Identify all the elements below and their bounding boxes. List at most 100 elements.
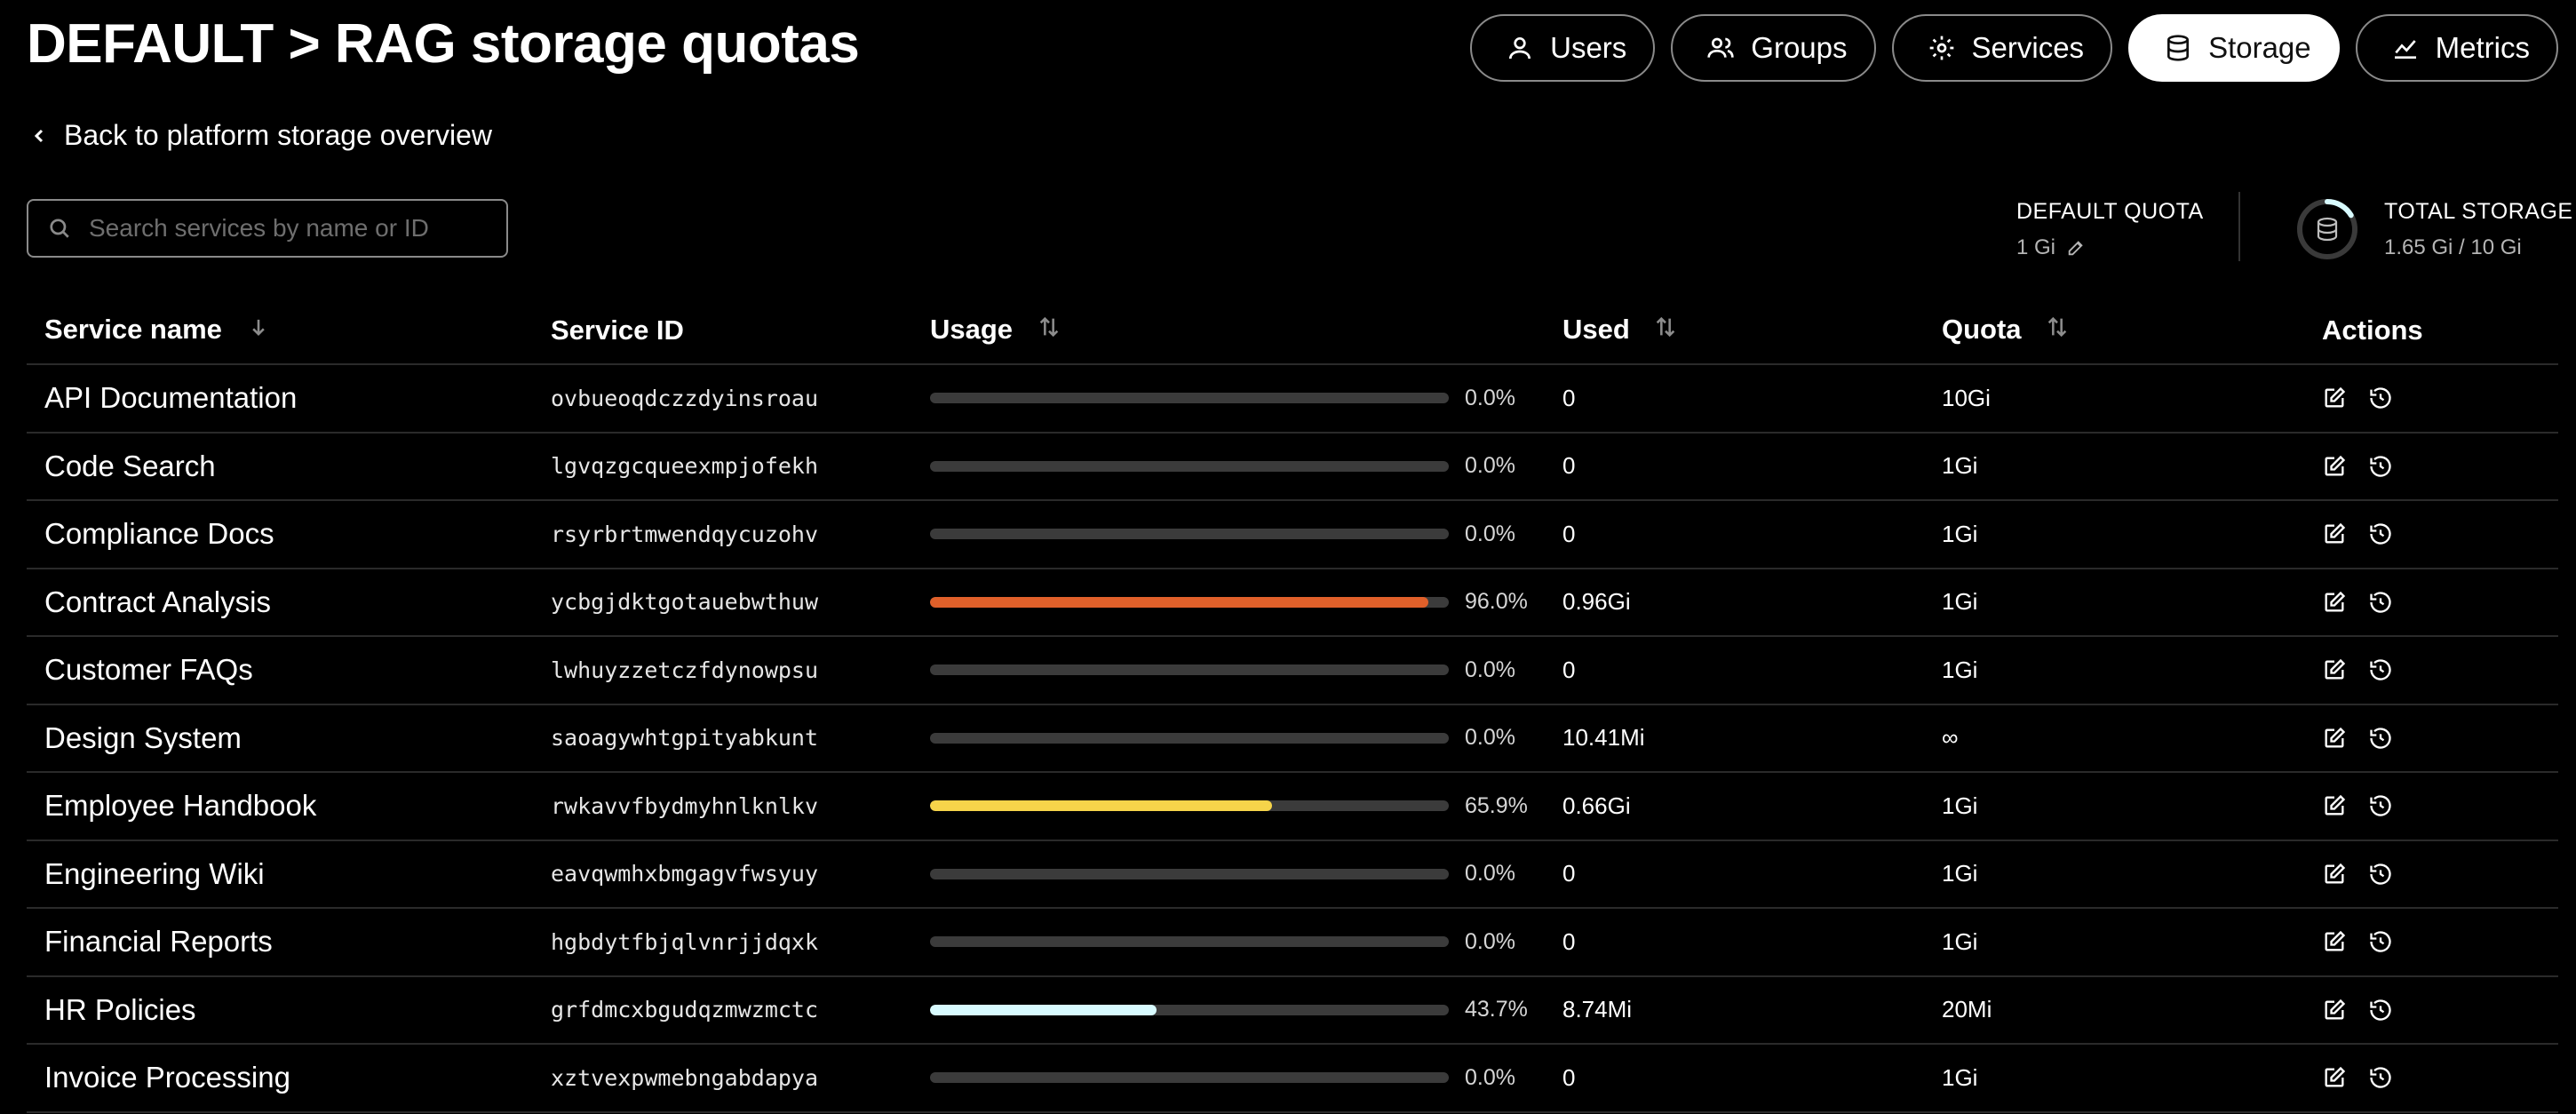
edit-icon[interactable] bbox=[2322, 793, 2347, 818]
header-service-name[interactable]: Service name bbox=[27, 297, 533, 365]
header-quota[interactable]: Quota bbox=[1924, 297, 2304, 365]
service-id: hgbdytfbjqlvnrjjdqxk bbox=[533, 908, 912, 977]
usage-bar bbox=[930, 596, 1449, 608]
reset-icon[interactable] bbox=[2368, 862, 2393, 887]
header-service-id: Service ID bbox=[533, 297, 912, 365]
nav-groups-button[interactable]: Groups bbox=[1671, 14, 1876, 82]
actions-cell bbox=[2304, 364, 2558, 434]
nav-groups-label: Groups bbox=[1751, 31, 1848, 64]
usage-cell: 65.9% bbox=[912, 772, 1545, 841]
usage-percent: 0.0% bbox=[1465, 725, 1515, 751]
reset-icon[interactable] bbox=[2368, 386, 2393, 410]
used-value: 8.74Mi bbox=[1545, 975, 1924, 1045]
nav-users-label: Users bbox=[1550, 31, 1627, 64]
actions-cell bbox=[2304, 772, 2558, 841]
service-id: ovbueoqdczzdyinsroau bbox=[533, 364, 912, 434]
service-name: Design System bbox=[27, 704, 533, 773]
quota-table: Service name Service ID Usage Used Quota bbox=[27, 297, 2558, 1113]
edit-icon[interactable] bbox=[2322, 862, 2347, 887]
quota-value: 10Gi bbox=[1924, 364, 2304, 434]
usage-cell: 0.0% bbox=[912, 364, 1545, 434]
reset-icon[interactable] bbox=[2368, 590, 2393, 615]
table-row: Financial Reports hgbdytfbjqlvnrjjdqxk 0… bbox=[27, 908, 2558, 977]
table-row: Employee Handbook rwkavvfbydmyhnlknlkv 6… bbox=[27, 772, 2558, 841]
header-used[interactable]: Used bbox=[1545, 297, 1924, 365]
table-row: Invoice Processing xztvexpwmebngabdapya … bbox=[27, 1044, 2558, 1113]
actions-cell bbox=[2304, 839, 2558, 909]
reset-icon[interactable] bbox=[2368, 521, 2393, 546]
edit-icon[interactable] bbox=[2322, 998, 2347, 1022]
used-value: 0.66Gi bbox=[1545, 772, 1924, 841]
table-row: API Documentation ovbueoqdczzdyinsroau 0… bbox=[27, 364, 2558, 434]
edit-icon[interactable] bbox=[2322, 386, 2347, 410]
table-row: Compliance Docs rsyrbrtmwendqycuzohv 0.0… bbox=[27, 500, 2558, 569]
header-actions-label: Actions bbox=[2322, 314, 2423, 346]
stats-divider bbox=[2238, 192, 2240, 261]
edit-icon[interactable] bbox=[2322, 454, 2347, 479]
used-value: 0 bbox=[1545, 908, 1924, 977]
reset-icon[interactable] bbox=[2368, 793, 2393, 818]
reset-icon[interactable] bbox=[2368, 1065, 2393, 1090]
actions-cell bbox=[2304, 568, 2558, 637]
back-link[interactable]: Back to platform storage overview bbox=[30, 119, 492, 152]
usage-percent: 0.0% bbox=[1465, 656, 1515, 682]
nav-storage-button[interactable]: Storage bbox=[2128, 14, 2340, 82]
arrow-down-icon bbox=[251, 320, 265, 337]
used-value: 0.96Gi bbox=[1545, 568, 1924, 637]
page-title: DEFAULT > RAG storage quotas bbox=[27, 13, 860, 75]
table-header-row: Service name Service ID Usage Used Quota bbox=[27, 297, 2558, 365]
actions-cell bbox=[2304, 704, 2558, 773]
edit-icon[interactable] bbox=[2322, 657, 2347, 682]
usage-percent: 65.9% bbox=[1465, 792, 1528, 818]
sort-icon bbox=[1657, 317, 1675, 338]
header-quota-label: Quota bbox=[1942, 313, 2022, 345]
edit-icon[interactable] bbox=[2322, 521, 2347, 546]
header-usage-label: Usage bbox=[930, 313, 1014, 345]
total-storage-value: 1.65 Gi / 10 Gi bbox=[2384, 235, 2522, 259]
header-usage[interactable]: Usage bbox=[912, 297, 1545, 365]
storage-ring-icon bbox=[2297, 199, 2357, 259]
edit-icon[interactable] bbox=[2322, 726, 2347, 751]
top-nav: Users Groups Services Storage Metrics bbox=[1470, 14, 2558, 82]
nav-storage-label: Storage bbox=[2208, 31, 2311, 64]
quota-value: 1Gi bbox=[1924, 432, 2304, 501]
service-name: Compliance Docs bbox=[27, 500, 533, 569]
used-value: 0 bbox=[1545, 432, 1924, 501]
service-name: API Documentation bbox=[27, 364, 533, 434]
reset-icon[interactable] bbox=[2368, 929, 2393, 954]
usage-cell: 96.0% bbox=[912, 568, 1545, 637]
users-icon bbox=[1707, 37, 1734, 58]
usage-cell: 0.0% bbox=[912, 500, 1545, 569]
chart-icon bbox=[2394, 40, 2416, 59]
total-storage-label: TOTAL STORAGE bbox=[2384, 199, 2573, 224]
reset-icon[interactable] bbox=[2368, 998, 2393, 1022]
search-input[interactable] bbox=[89, 214, 497, 243]
edit-icon[interactable] bbox=[2322, 929, 2347, 954]
reset-icon[interactable] bbox=[2368, 657, 2393, 682]
service-name: Employee Handbook bbox=[27, 772, 533, 841]
quota-value: ∞ bbox=[1924, 704, 2304, 773]
edit-icon[interactable] bbox=[2322, 590, 2347, 615]
usage-bar bbox=[930, 393, 1449, 404]
used-value: 0 bbox=[1545, 839, 1924, 909]
service-id: xztvexpwmebngabdapya bbox=[533, 1044, 912, 1113]
table-row: Contract Analysis ycbgjdktgotauebwthuw 9… bbox=[27, 568, 2558, 637]
edit-icon[interactable] bbox=[2066, 238, 2086, 258]
usage-percent: 0.0% bbox=[1465, 385, 1515, 410]
service-id: ycbgjdktgotauebwthuw bbox=[533, 568, 912, 637]
table-row: Code Search lgvqzgcqueexmpjofekh 0.0% 0 … bbox=[27, 432, 2558, 501]
usage-percent: 0.0% bbox=[1465, 928, 1515, 954]
user-icon bbox=[1509, 37, 1531, 60]
reset-icon[interactable] bbox=[2368, 726, 2393, 751]
search-box bbox=[27, 199, 508, 258]
reset-icon[interactable] bbox=[2368, 454, 2393, 479]
nav-services-button[interactable]: Services bbox=[1891, 14, 2113, 82]
header-used-label: Used bbox=[1562, 313, 1630, 345]
nav-metrics-button[interactable]: Metrics bbox=[2355, 14, 2558, 82]
actions-cell bbox=[2304, 975, 2558, 1045]
edit-icon[interactable] bbox=[2322, 1065, 2347, 1090]
chevron-left-icon bbox=[34, 129, 44, 142]
nav-users-button[interactable]: Users bbox=[1470, 14, 1656, 82]
total-storage-stat: TOTAL STORAGE 1.65 Gi / 10 Gi bbox=[2384, 199, 2573, 260]
service-id: eavqwmhxbmgagvfwsyuy bbox=[533, 839, 912, 909]
